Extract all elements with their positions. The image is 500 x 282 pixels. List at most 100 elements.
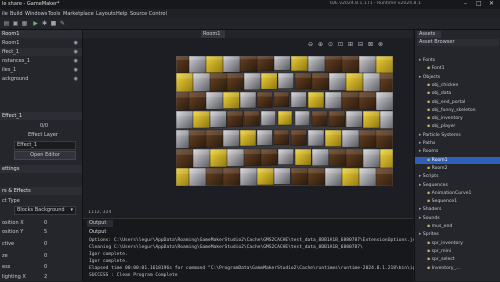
menu-item-marketplace[interactable]: Marketplace [63, 11, 94, 17]
run-icon[interactable]: ▶ [32, 20, 39, 27]
field-value[interactable]: 2 [44, 273, 47, 281]
field-row: ze 0 [0, 252, 82, 260]
asset-folder[interactable]: ▸ Fonts [415, 57, 500, 64]
effect-type-label: ct Type [2, 198, 20, 204]
open-icon[interactable]: ▣ [12, 20, 19, 27]
asset-item[interactable]: ▪ AnimationCurve1 [415, 190, 500, 197]
asset-item[interactable]: ▪ Font1 [415, 65, 500, 72]
asset-label: spr_select [431, 257, 455, 263]
asset-item[interactable]: ▪ obj_funny_skeleton [415, 107, 500, 114]
settings-icon[interactable]: ⊗ [378, 41, 383, 48]
settings-section[interactable]: ettings [0, 165, 82, 173]
filters-effects-section[interactable]: rs & Effects [0, 187, 82, 195]
asset-folder[interactable]: ▸ Sprites [415, 231, 500, 238]
asset-item[interactable]: ▪ obj_player [415, 123, 500, 130]
tab-room1[interactable]: Room1 [201, 30, 225, 38]
tab-output[interactable]: Output [87, 220, 113, 227]
layer-row-room[interactable]: Room1 ◉ [0, 39, 82, 47]
asset-item[interactable]: ▪ spr_mini [415, 248, 500, 255]
layer-row-background[interactable]: ackground ◉ [0, 75, 82, 83]
block-highlight [376, 56, 393, 60]
asset-item[interactable]: ▪ spr_select [415, 256, 500, 263]
asset-item[interactable]: ▪ Sequence1 [415, 198, 500, 205]
field-value[interactable]: 0 [44, 252, 47, 260]
asset-folder[interactable]: ▸ Rooms [415, 148, 500, 155]
close-icon[interactable]: ✕ [489, 0, 494, 7]
block-highlight [240, 130, 256, 135]
block-highlight [380, 111, 393, 117]
menu-item-source-control[interactable]: Source Control [130, 11, 167, 17]
asset-item[interactable]: ▪ spr_inventory [415, 240, 500, 247]
asset-item[interactable]: ▪ obj_chicken [415, 82, 500, 89]
menu-item-windows[interactable]: Windows [25, 11, 47, 17]
asset-folder[interactable]: ▸ Shaders [415, 206, 500, 213]
asset-folder[interactable]: ▸ Scripts [415, 173, 500, 180]
eye-icon[interactable]: ◉ [74, 75, 78, 83]
minimize-icon[interactable]: – [464, 0, 467, 7]
block-highlight [278, 73, 294, 78]
asset-folder[interactable]: ▸ Paths [415, 140, 500, 147]
open-editor-button[interactable]: Open Editor [14, 151, 76, 160]
fit-icon[interactable]: ⊡ [338, 41, 343, 48]
asset-folder[interactable]: ▸ Sequences [415, 182, 500, 189]
effect-name-input[interactable]: Effect_1 [14, 141, 76, 150]
block-highlight [244, 111, 260, 116]
effect-layer-label-row: Effect Layer [0, 131, 82, 139]
snap-icon[interactable]: ⊟ [358, 41, 363, 48]
block-highlight [189, 56, 209, 60]
menu-item-tools[interactable]: Tools [48, 11, 60, 17]
title-bar: le share - GameMaker* IDE v2024.8.1.171 … [0, 0, 500, 9]
menu-item-layouts[interactable]: Layouts [96, 11, 116, 17]
asset-browser-label: Asset Browser [419, 39, 455, 45]
eye-icon[interactable]: ◉ [74, 48, 78, 56]
field-value[interactable]: 0 [44, 240, 47, 248]
maximize-icon[interactable]: □ [476, 0, 482, 7]
room-preview[interactable] [176, 56, 393, 186]
asset-item[interactable]: ▪ Room1 [415, 156, 500, 164]
field-value[interactable]: 0 [44, 263, 47, 271]
clean-icon[interactable]: ✎ [59, 20, 66, 27]
zoom-out-icon[interactable]: ⊖ [308, 41, 313, 48]
block-highlight [363, 111, 380, 117]
layer-row-instances[interactable]: nstances_1 ◉ [0, 57, 82, 65]
eye-icon[interactable]: ◉ [74, 39, 78, 47]
view-icon[interactable]: ⊠ [368, 41, 373, 48]
tab-assets[interactable]: Assets [417, 31, 441, 38]
zoom-reset-icon[interactable]: ⊙ [328, 41, 333, 48]
asset-item[interactable]: ▪ obj_inventory [415, 115, 500, 122]
menu-item-help[interactable]: Help [116, 11, 127, 17]
layer-label: nstances_1 [2, 58, 31, 64]
field-value[interactable]: 0 [44, 219, 47, 227]
block-highlight [244, 73, 261, 79]
block-highlight [257, 92, 273, 97]
grid-icon[interactable]: ⊞ [348, 41, 353, 48]
asset-item[interactable]: ▪ obj_data [415, 90, 500, 97]
block-highlight [380, 73, 393, 79]
new-icon[interactable]: ▤ [3, 20, 10, 27]
layer-row-effect[interactable]: ffect_1 ◉ [0, 48, 82, 56]
debug-icon[interactable]: ✱ [41, 20, 48, 27]
asset-label: Inventory_... [431, 265, 461, 271]
block-highlight [342, 56, 361, 60]
eye-icon[interactable]: ◉ [74, 66, 78, 74]
output-line: Cleaning C:\Users\legur\AppData\Roaming\… [89, 245, 363, 250]
zoom-in-icon[interactable]: ⊕ [318, 41, 323, 48]
asset-folder[interactable]: ▸ Particle Systems [415, 132, 500, 139]
field-value[interactable]: 5 [44, 228, 47, 236]
effect-type-select[interactable]: Blocks Background ▾ [14, 206, 76, 215]
asset-item[interactable]: ▪ mus_end [415, 223, 500, 230]
save-icon[interactable]: ▦ [21, 20, 28, 27]
menu-item-file[interactable]: ile [2, 11, 8, 17]
asset-item[interactable]: ▪ Room2 [415, 165, 500, 172]
block-highlight [176, 130, 191, 136]
asset-folder[interactable]: ▸ Sounds [415, 215, 500, 222]
menu-item-build[interactable]: Build [10, 11, 23, 17]
block-highlight [359, 130, 377, 136]
asset-item[interactable]: ▪ Inventory_... [415, 265, 500, 272]
asset-item[interactable]: ▪ obj_end_portal [415, 99, 500, 106]
layer-row-tiles[interactable]: iles_1 ◉ [0, 66, 82, 74]
asset-folder[interactable]: ▸ Objects [415, 74, 500, 81]
stop-icon[interactable]: ■ [50, 20, 57, 27]
field-label: lighting X [2, 274, 26, 280]
eye-icon[interactable]: ◉ [74, 57, 78, 65]
